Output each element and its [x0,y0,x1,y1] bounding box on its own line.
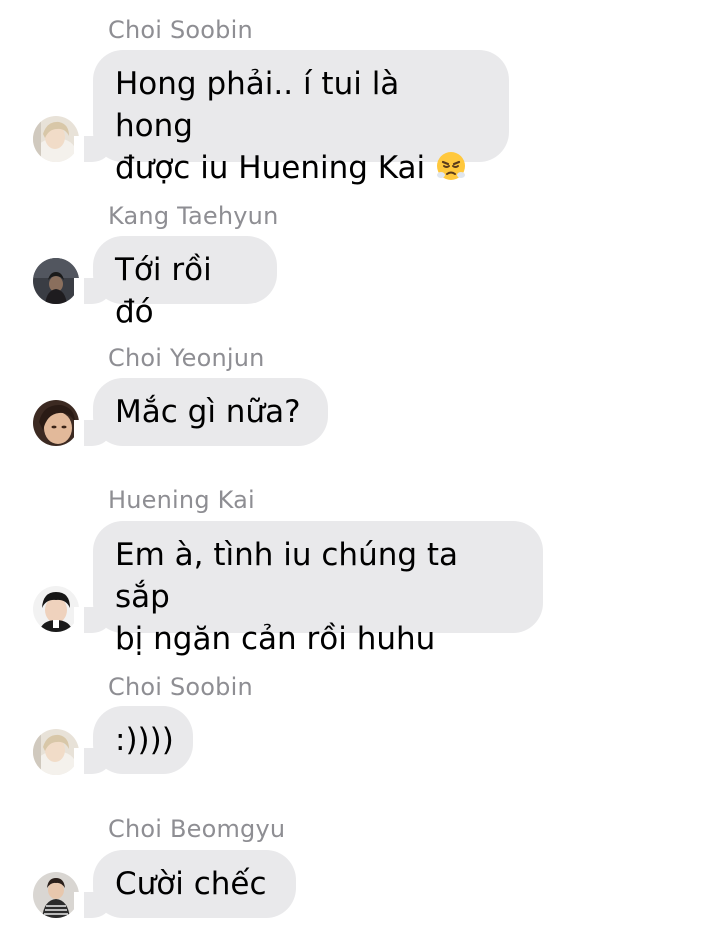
message-bubble[interactable]: Cười chếc [74,850,296,918]
sender-name: Choi Soobin [108,16,253,44]
message-bubble[interactable]: Tới rồi đó [74,236,277,330]
avatar[interactable] [33,400,79,446]
hueningkai-avatar-icon [33,586,79,632]
message-text: Mắc gì nữa? [115,394,301,430]
sender-name: Choi Beomgyu [108,815,286,843]
message-bubble[interactable]: Em à, tình iu chúng ta sắp bị ngăn cản rồ… [74,521,543,657]
yeonjun-avatar-icon [33,400,79,446]
message-group: Kang Taehyun Tới rồi đó [0,190,719,330]
message-text: Hong phải.. í tui là hong được iu Huening… [115,63,487,193]
message-group: Choi Yeonjun Mắc gì nữa? [0,330,719,475]
sender-name: Choi Soobin [108,673,253,701]
avatar[interactable] [33,586,79,632]
avatar[interactable] [33,872,79,918]
sender-name: Huening Kai [108,486,255,514]
message-bubble[interactable]: Mắc gì nữa? [74,378,328,446]
message-text: Em à, tình iu chúng ta sắp bị ngăn cản rồ… [115,537,468,657]
message-text: Tới rồi đó [115,252,222,330]
message-group: Choi Beomgyu Cười chếc [0,815,719,945]
avatar[interactable] [33,729,79,775]
message-bubble[interactable]: Hong phải.. í tui là hong được iu Huening… [74,50,509,186]
avatar[interactable] [33,258,79,304]
sender-name: Choi Yeonjun [108,344,265,372]
beomgyu-avatar-icon [33,872,79,918]
message-bubble[interactable]: :)))) [74,706,193,774]
message-text: Cười chếc [115,866,267,902]
huffing-face-emoji-icon [435,150,467,193]
message-group: Choi Soobin Hong phải.. í tui là hong đượ… [0,0,719,190]
avatar[interactable] [33,116,79,162]
taehyun-avatar-icon [33,258,79,304]
message-text: :)))) [115,722,174,758]
message-group: Huening Kai Em à, tình iu chúng ta sắp bị… [0,475,719,670]
soobin-avatar-icon [33,729,79,775]
message-group: Choi Soobin :)))) [0,670,719,815]
soobin-avatar-icon [33,116,79,162]
sender-name: Kang Taehyun [108,202,279,230]
